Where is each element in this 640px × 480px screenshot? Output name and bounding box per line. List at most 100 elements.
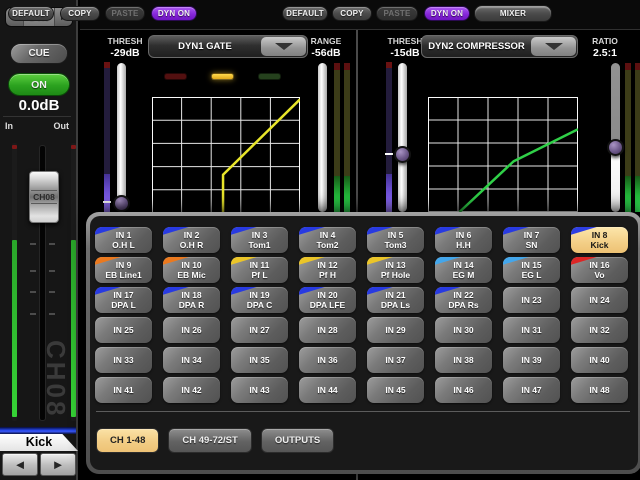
tab-outputs[interactable]: OUTPUTS — [261, 428, 334, 453]
channel-button[interactable]: IN 6H.H — [435, 227, 492, 253]
channel-button[interactable]: IN 8Kick — [571, 227, 628, 253]
dyn1-range-slider[interactable] — [318, 63, 327, 212]
dyn1-curve-graph — [152, 97, 300, 213]
channel-id: IN 48 — [589, 385, 609, 396]
channel-button[interactable]: IN 22DPA Rs — [435, 287, 492, 313]
channel-select-panel: IN 1O.H L IN 2O.H R IN 3Tom1 IN 4Tom2 IN 5To… — [90, 216, 638, 470]
channel-button[interactable]: IN 32 — [571, 317, 628, 343]
channel-button[interactable]: IN 5Tom3 — [367, 227, 424, 253]
dyn2-thresh-knob[interactable] — [394, 146, 411, 163]
channel-button[interactable]: IN 15EG L — [503, 257, 560, 283]
cue-button[interactable]: CUE — [10, 43, 68, 64]
channel-button[interactable]: IN 45 — [367, 377, 424, 403]
dyn1-type-dropdown[interactable]: DYN1 GATE — [148, 35, 308, 58]
channel-name: Pf H — [319, 270, 336, 281]
tab-ch-49-72-st[interactable]: CH 49-72/ST — [168, 428, 251, 453]
dyn2-curve-graph — [428, 97, 578, 212]
channel-button[interactable]: IN 4Tom2 — [299, 227, 356, 253]
channel-button[interactable]: IN 26 — [163, 317, 220, 343]
channel-button[interactable]: IN 42 — [163, 377, 220, 403]
channel-button[interactable]: IN 47 — [503, 377, 560, 403]
dyn2-default-button[interactable]: DEFAULT — [282, 6, 328, 21]
channel-button[interactable]: IN 24 — [571, 287, 628, 313]
dyn2-out-meter-l — [625, 63, 631, 212]
channel-button[interactable]: IN 48 — [571, 377, 628, 403]
channel-button[interactable]: IN 3Tom1 — [231, 227, 288, 253]
channel-button[interactable]: IN 31 — [503, 317, 560, 343]
channel-button[interactable]: IN 20DPA LFE — [299, 287, 356, 313]
dyn1-thresh-knob[interactable] — [113, 195, 130, 212]
dyn2-thresh-slider[interactable] — [398, 63, 407, 212]
dyn2-type-dropdown[interactable]: DYN2 COMPRESSOR — [421, 35, 578, 58]
overlay-tabs: CH 1-48 CH 49-72/ST OUTPUTS — [96, 428, 334, 453]
dyn2-on-button[interactable]: DYN ON — [424, 6, 470, 21]
channel-id: IN 2 — [184, 230, 200, 241]
channel-button[interactable]: IN 17DPA L — [95, 287, 152, 313]
channel-button[interactable]: IN 36 — [299, 347, 356, 373]
channel-id: IN 43 — [249, 385, 269, 396]
channel-button[interactable]: IN 2O.H R — [163, 227, 220, 253]
channel-id: IN 21 — [385, 290, 405, 301]
channel-name: Pf Hole — [381, 270, 410, 281]
channel-id: IN 5 — [388, 230, 404, 241]
channel-button[interactable]: IN 29 — [367, 317, 424, 343]
channel-id: IN 12 — [317, 260, 337, 271]
channel-name: O.H L — [112, 240, 135, 251]
channel-button[interactable]: IN 41 — [95, 377, 152, 403]
dyn1-gr-tick — [103, 201, 111, 203]
on-button[interactable]: ON — [8, 73, 70, 96]
channel-button[interactable]: IN 1O.H L — [95, 227, 152, 253]
dyn1-thresh-readout: THRESH -29dB — [96, 36, 154, 59]
channel-button[interactable]: IN 43 — [231, 377, 288, 403]
channel-button[interactable]: IN 37 — [367, 347, 424, 373]
dyn1-thresh-slider[interactable] — [117, 63, 126, 212]
mixer-button[interactable]: MIXER — [474, 5, 552, 22]
channel-button[interactable]: IN 14EG M — [435, 257, 492, 283]
channel-name: EG M — [453, 270, 475, 281]
channel-button[interactable]: IN 16Vo — [571, 257, 628, 283]
dyn1-gain-reduction-meter — [104, 62, 110, 212]
channel-button[interactable]: IN 13Pf Hole — [367, 257, 424, 283]
channel-button[interactable]: IN 10EB Mic — [163, 257, 220, 283]
channel-button[interactable]: IN 33 — [95, 347, 152, 373]
dyn2-out-meter-r — [635, 63, 640, 212]
tab-ch-1-48[interactable]: CH 1-48 — [96, 428, 159, 453]
dyn1-on-button[interactable]: DYN ON — [151, 6, 197, 21]
dyn2-ratio-slider[interactable] — [611, 63, 620, 212]
dyn1-paste-button[interactable]: PASTE — [105, 6, 145, 21]
chevron-down-icon[interactable] — [531, 37, 576, 56]
channel-button[interactable]: IN 30 — [435, 317, 492, 343]
dyn2-ratio-knob[interactable] — [607, 139, 624, 156]
channel-button[interactable]: IN 25 — [95, 317, 152, 343]
channel-button[interactable]: IN 9EB Line1 — [95, 257, 152, 283]
channel-button[interactable]: IN 21DPA Ls — [367, 287, 424, 313]
dyn2-paste-button[interactable]: PASTE — [376, 6, 418, 21]
channel-id: IN 24 — [589, 295, 609, 306]
channel-button[interactable]: IN 7SN — [503, 227, 560, 253]
channel-button[interactable]: IN 11Pf L — [231, 257, 288, 283]
dyn2-copy-button[interactable]: COPY — [332, 6, 372, 21]
dyn1-copy-button[interactable]: COPY — [60, 6, 100, 21]
channel-name: O.H R — [180, 240, 204, 251]
dyn1-type-label: DYN1 GATE — [149, 41, 261, 52]
channel-button[interactable]: IN 18DPA R — [163, 287, 220, 313]
channel-button[interactable]: IN 23 — [503, 287, 560, 313]
prev-channel-button[interactable]: ◄ — [2, 453, 38, 476]
channel-button[interactable]: IN 35 — [231, 347, 288, 373]
channel-button[interactable]: IN 34 — [163, 347, 220, 373]
fader-knob[interactable]: CH08 — [29, 171, 59, 223]
channel-id: IN 1 — [116, 230, 132, 241]
channel-button[interactable]: IN 38 — [435, 347, 492, 373]
channel-button[interactable]: IN 39 — [503, 347, 560, 373]
channel-button[interactable]: IN 46 — [435, 377, 492, 403]
channel-button[interactable]: IN 19DPA C — [231, 287, 288, 313]
channel-button[interactable]: IN 40 — [571, 347, 628, 373]
channel-grid: IN 1O.H L IN 2O.H R IN 3Tom1 IN 4Tom2 IN 5To… — [95, 227, 628, 403]
channel-button[interactable]: IN 44 — [299, 377, 356, 403]
channel-button[interactable]: IN 27 — [231, 317, 288, 343]
next-channel-button[interactable]: ► — [40, 453, 76, 476]
dyn2-curve — [460, 129, 579, 212]
channel-button[interactable]: IN 12Pf H — [299, 257, 356, 283]
channel-button[interactable]: IN 28 — [299, 317, 356, 343]
dyn1-default-button[interactable]: DEFAULT — [8, 6, 54, 21]
